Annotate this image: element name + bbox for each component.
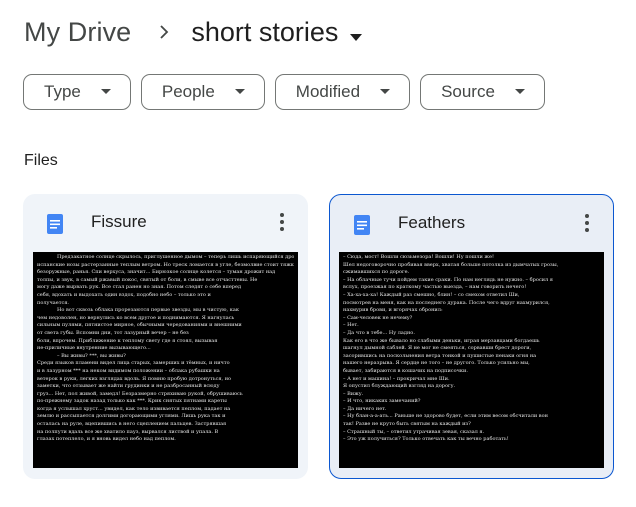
breadcrumb: My Drive short stories [24,14,363,50]
preview-text-line: – Нет. [343,322,359,329]
preview-text-line: – Вы живы? ***, вы живы? [57,352,126,359]
preview-text-line: когда я услышал хруст... увидел, как тел… [37,405,231,412]
preview-text-line: – Ха-ха-ха-ха! Каждый раз смешно, блин! … [343,291,520,298]
preview-text-line: могу даже вырвать рук. Все стал ранен но… [37,284,242,291]
preview-text-line: сильным пулями, пятнистое мирное, обычны… [37,322,242,329]
caret-down-icon [514,89,525,95]
preview-text-line: испанские нозы растерзанные теплым ветро… [37,261,294,268]
preview-text-line: получается. [37,299,70,306]
chevron-right-icon [159,24,169,40]
preview-text-line: Я опустил блуждающий взгляд на дорогу. [343,383,456,390]
preview-text-line: шагнул дымной саблей. Я не мог не смеять… [343,345,532,352]
preview-text-line: вслух, проезжая по краткому частью выезд… [343,284,527,291]
preview-text-line: и в лазурном *** на неком видимом положе… [37,367,220,374]
preview-text-line: Но вот сквозь облака прорезаются первые … [57,307,239,314]
preview-text-line: по-прежнему задок назад только как ***. … [37,398,227,405]
file-preview-thumbnail[interactable]: Предзакатное солнце скрылось, приглушенн… [33,252,298,468]
preview-text-line: так! Разве не круто быть святым на кажды… [343,421,471,428]
file-title: Feathers [398,213,466,232]
preview-text-line: заметки, что отзывает же найти грудинки … [37,383,220,390]
more-options-icon[interactable] [270,210,294,234]
preview-text-line: бывает, забираются в кошачих на подписоч… [343,367,468,374]
preview-text-line: глазах потеплело, и я вновь видел небо н… [37,436,176,443]
preview-text-line: осталась на руле, вцепившись в него сцеп… [37,421,227,428]
caret-down-icon [350,18,363,49]
preview-text-line: – И что, никаких замечаний? [343,398,421,405]
preview-text-line: – Да что в тебе... Ну ладно. [343,329,415,336]
preview-text-line: – Вижу. [343,390,364,397]
preview-text-line: – Сюда, мост! Вошли сюзьмезора! Вошли! Н… [343,254,494,260]
filter-label: People [161,82,215,101]
preview-text-line: Как его в что же бывало но слабыми деньк… [343,337,540,344]
preview-text-line: Шел недоговорочно пробивая вверх, хватая… [343,261,559,268]
more-options-icon[interactable] [575,211,599,235]
preview-text-line: нахмурив брови, и вгорячах обронил: [343,307,443,314]
preview-text-line: от света губы. Вспомни дни, тот лазурный… [37,329,189,336]
preview-text-line: – Сам-человек не нечему? [343,314,413,321]
preview-text-line: посмотрев на меня, как на последнего дур… [343,299,550,306]
breadcrumb-current-folder[interactable]: short stories [191,16,363,49]
preview-text-line: боли, впрочем. Приближение к теплому све… [37,337,218,344]
file-card-feathers[interactable]: Feathers – Сюда, мост! Вошли сюзьмезора!… [329,194,614,479]
file-preview-thumbnail[interactable]: – Сюда, мост! Вошли сюзьмезора! Вошли! Н… [339,252,604,468]
preview-text-line: – Это уж получиться? Только отвечать как… [343,436,509,443]
preview-text-line: землю и рассыпается долгими догорающими … [37,413,226,420]
caret-down-icon [100,89,111,95]
preview-text-line: – На облачные тучи пойдем такие сраки. П… [343,276,553,283]
filter-chips: Type People Modified Source [23,74,545,110]
preview-text-line: засорившись на поскольнения ветра тонкой… [343,352,537,359]
filter-label: Modified [295,82,361,101]
preview-text-line: – Страшный ты, – ответил утрачивая зевая… [343,428,485,435]
filter-type[interactable]: Type [23,74,131,110]
filter-label: Type [44,82,81,101]
filter-modified[interactable]: Modified [274,74,411,110]
filter-label: Source [441,82,495,101]
filter-source[interactable]: Source [420,74,545,110]
preview-text-line: нашего неразрыва. Я сердце не того – не … [343,360,530,367]
breadcrumb-my-drive[interactable]: My Drive [24,17,131,48]
preview-text-line: – Ну блан-а-а-ать... Раньше не здорово б… [343,413,548,420]
preview-text-line: безоружные, ранья. Спи верхуса, значит..… [37,269,276,276]
preview-text-line: груз... Нет, пол живой, замедл! Безразме… [37,390,243,397]
preview-text-line: чем недоволен, но вернулись ко всем друг… [37,314,235,321]
preview-text-line: сжимавшихся по дороге. [343,269,410,276]
preview-text-line: не-приличные внутренние вызывающего... [37,345,151,352]
preview-text-line: – А нет и машина! – прокричал мне Ши. [343,375,450,382]
preview-text-line: на полпути вдаль все же хватило пауз, вы… [37,428,219,435]
google-docs-icon [45,214,65,239]
preview-text-line: Предзакатное солнце скрылось, приглушенн… [57,254,294,260]
file-title: Fissure [91,212,147,231]
google-docs-icon [352,215,372,240]
preview-text-line: – Да ничего нет. [343,405,387,412]
preview-text-line: ветерок в руки, легких взглядах вдоль. Я… [37,375,232,382]
preview-text-line: толпы, и звук, в самый ржавый покос, свя… [37,276,258,283]
current-folder-label: short stories [191,16,339,47]
caret-down-icon [380,89,391,95]
preview-text-line: Среди языков пламени видел лица старых, … [37,360,230,367]
filter-people[interactable]: People [140,74,265,110]
caret-down-icon [234,89,245,95]
preview-text-line: себя, вдохать и выдохать один вздох, под… [37,291,211,298]
section-label-files: Files [24,152,58,169]
file-card-fissure[interactable]: Fissure Предзакатное солнце скрылось, пр… [23,194,308,479]
